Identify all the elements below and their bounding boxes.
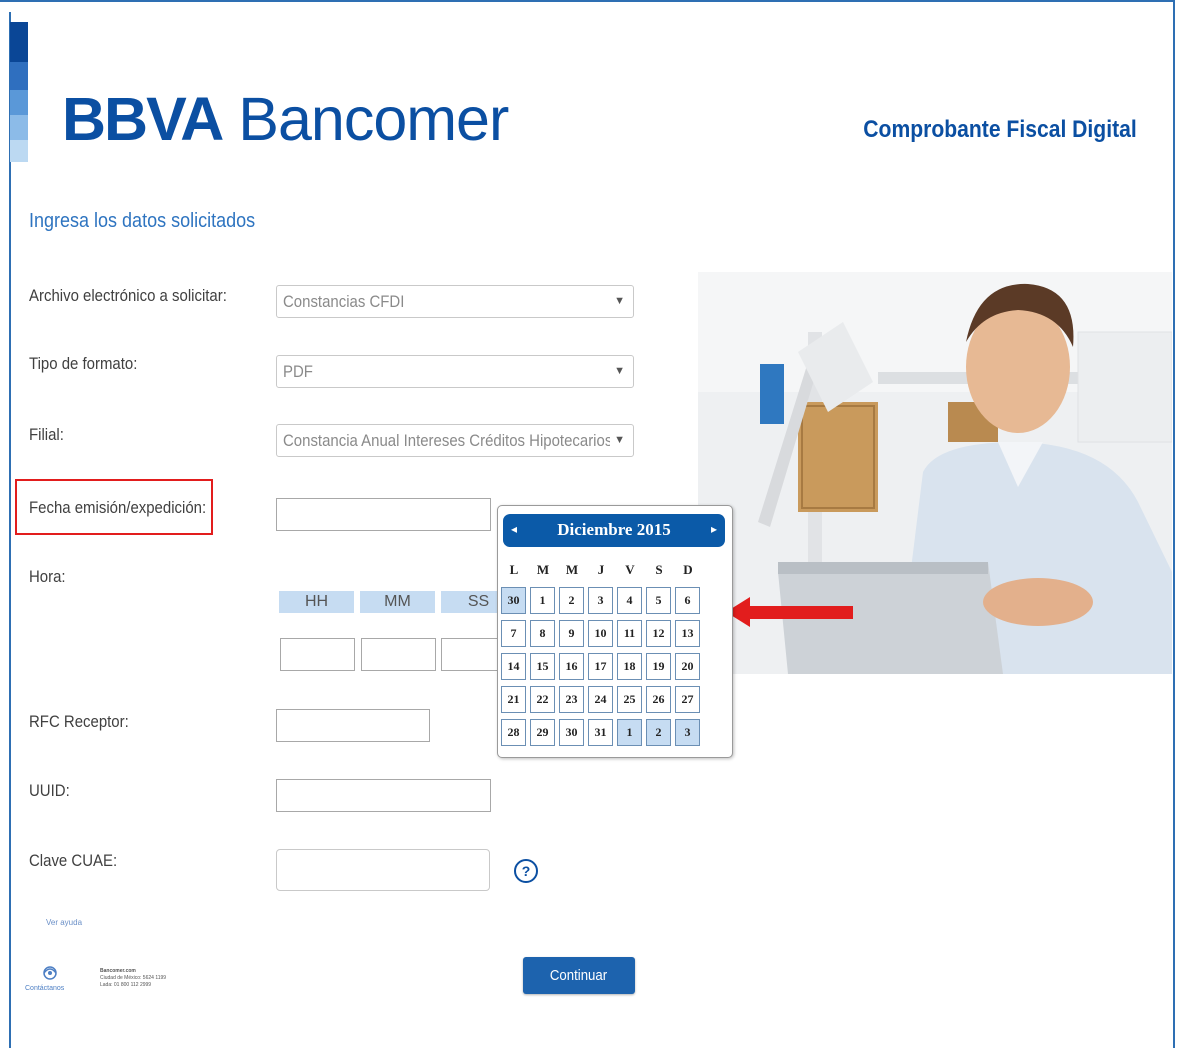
calendar-day[interactable]: 1: [530, 587, 555, 614]
bbva-logo: BBVA Bancomer: [62, 85, 509, 153]
calendar-day[interactable]: 3: [588, 587, 613, 614]
calendar-day[interactable]: 5: [646, 587, 671, 614]
calendar-day[interactable]: 11: [617, 620, 642, 647]
calendar-day[interactable]: 23: [559, 686, 584, 713]
calendar-day[interactable]: 4: [617, 587, 642, 614]
archivo-label: Archivo electrónico a solicitar:: [29, 286, 227, 305]
hh-header: HH: [279, 591, 354, 613]
contact-label[interactable]: Contáctanos: [25, 985, 64, 992]
weekday-header: M: [565, 562, 579, 577]
weekday-header: S: [655, 562, 663, 577]
calendar-day[interactable]: 30: [559, 719, 584, 746]
calendar-day[interactable]: 25: [617, 686, 642, 713]
rfc-input[interactable]: [276, 709, 430, 742]
help-circle-icon[interactable]: ?: [514, 859, 538, 883]
fecha-label: Fecha emisión/expedición:: [29, 498, 207, 517]
calendar-day[interactable]: 2: [559, 587, 584, 614]
calendar-day[interactable]: 10: [588, 620, 613, 647]
calendar-day[interactable]: 15: [530, 653, 555, 680]
weekday-header: M: [536, 562, 550, 577]
weekday-header: V: [625, 562, 635, 577]
footer-line-2: Ciudad de México: 5624 1199: [100, 975, 167, 981]
calendar-day[interactable]: 18: [617, 653, 642, 680]
filial-label: Filial:: [29, 425, 64, 444]
weekday-header: L: [509, 562, 519, 577]
calendar-day[interactable]: 26: [646, 686, 671, 713]
help-link[interactable]: Ver ayuda: [46, 918, 82, 927]
calendar-day[interactable]: 3: [675, 719, 700, 746]
calendar-day[interactable]: 24: [588, 686, 613, 713]
footer-line-1: Bancomer.com: [100, 968, 136, 974]
archivo-select[interactable]: Constancias CFDI ▼: [276, 285, 634, 318]
left-rule: [9, 12, 11, 1048]
weekday-header: J: [597, 562, 605, 577]
chevron-down-icon: ▼: [610, 286, 625, 317]
calendar-day[interactable]: 8: [530, 620, 555, 647]
contact-phone-icon[interactable]: [38, 963, 62, 983]
weekday-header: D: [683, 562, 693, 577]
hh-input[interactable]: [280, 638, 355, 671]
filial-select[interactable]: Constancia Anual Intereses Créditos Hipo…: [276, 424, 634, 457]
calendar-day[interactable]: 17: [588, 653, 613, 680]
calendar-header: ◂ Diciembre 2015 ▸: [503, 514, 725, 547]
calendar-day[interactable]: 27: [675, 686, 700, 713]
calendar-day[interactable]: 13: [675, 620, 700, 647]
calendar-month-title: Diciembre 2015: [557, 520, 671, 539]
calendar-day[interactable]: 21: [501, 686, 526, 713]
fecha-input[interactable]: [276, 498, 491, 531]
calendar-day[interactable]: 30: [501, 587, 526, 614]
calendar-day[interactable]: 29: [530, 719, 555, 746]
formato-label: Tipo de formato:: [29, 354, 138, 373]
uuid-label: UUID:: [29, 781, 70, 800]
hora-label: Hora:: [29, 567, 66, 586]
page-title: Comprobante Fiscal Digital: [863, 116, 1137, 143]
calendar-day[interactable]: 22: [530, 686, 555, 713]
footer-line-3: Lada: 01 800 112 2999: [100, 982, 152, 988]
calendar-day[interactable]: 16: [559, 653, 584, 680]
calendar-day[interactable]: 14: [501, 653, 526, 680]
formato-select[interactable]: PDF ▼: [276, 355, 634, 388]
form-subtitle: Ingresa los datos solicitados: [29, 210, 256, 232]
calendar-day[interactable]: 7: [501, 620, 526, 647]
calendar-day[interactable]: 6: [675, 587, 700, 614]
rfc-label: RFC Receptor:: [29, 712, 129, 731]
calendar-day[interactable]: 2: [646, 719, 671, 746]
red-arrow-left-icon: [726, 597, 853, 627]
cuae-label: Clave CUAE:: [29, 851, 118, 870]
uuid-input[interactable]: [276, 779, 491, 812]
calendar-day[interactable]: 20: [675, 653, 700, 680]
calendar-day[interactable]: 1: [617, 719, 642, 746]
cuae-input[interactable]: [276, 849, 490, 891]
calendar-day[interactable]: 19: [646, 653, 671, 680]
date-picker-popup: ◂ Diciembre 2015 ▸ LMMJVSD 30 1 2 3 4 5 6 7 8 9 10…: [497, 505, 733, 758]
mm-input[interactable]: [361, 638, 436, 671]
chevron-down-icon: ▼: [610, 356, 625, 387]
calendar-day[interactable]: 31: [588, 719, 613, 746]
mm-header: MM: [360, 591, 435, 613]
continue-button[interactable]: Continuar: [523, 957, 635, 994]
calendar-day[interactable]: 9: [559, 620, 584, 647]
calendar-day[interactable]: 28: [501, 719, 526, 746]
calendar-day[interactable]: 12: [646, 620, 671, 647]
chevron-down-icon: ▼: [610, 425, 625, 456]
next-month-icon[interactable]: ▸: [711, 522, 717, 536]
